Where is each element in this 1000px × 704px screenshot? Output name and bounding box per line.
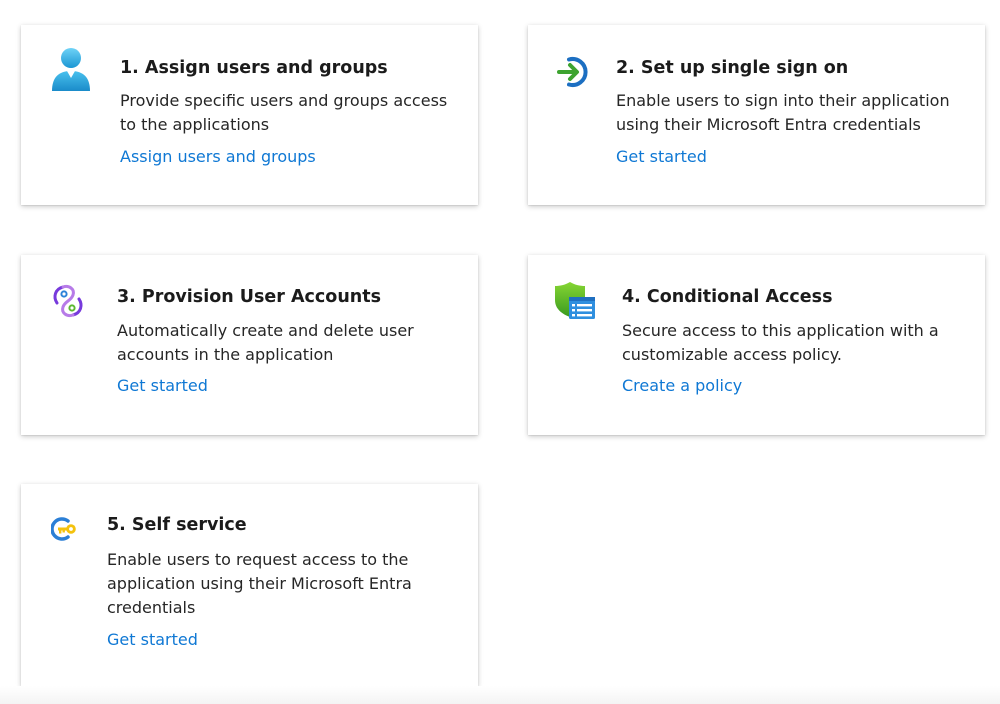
card-conditional-access: 4. Conditional Access Secure access to t…	[528, 255, 985, 435]
card-description: Automatically create and delete user acc…	[117, 321, 414, 364]
sign-in-arrow-icon	[557, 57, 588, 87]
card-description: Enable users to request access to the ap…	[107, 550, 412, 617]
sso-get-started-link[interactable]: Get started	[616, 145, 707, 169]
bottom-edge	[0, 686, 1000, 704]
user-icon	[52, 48, 90, 91]
shield-policy-icon	[555, 282, 595, 319]
self-service-get-started-link[interactable]: Get started	[107, 628, 198, 652]
card-self-service: 5. Self service Enable users to request …	[21, 484, 478, 686]
card-description: Enable users to sign into their applicat…	[616, 91, 950, 134]
card-assign-users-and-groups: 1. Assign users and groups Provide speci…	[21, 25, 478, 205]
card-title: 3. Provision User Accounts	[117, 287, 382, 307]
card-description: Secure access to this application with a…	[622, 321, 939, 364]
key-icon	[51, 517, 76, 541]
card-single-sign-on: 2. Set up single sign on Enable users to…	[528, 25, 985, 205]
card-provision-user-accounts: 3. Provision User Accounts Automatically…	[21, 255, 478, 435]
create-policy-link[interactable]: Create a policy	[622, 374, 742, 398]
card-title: 1. Assign users and groups	[120, 58, 388, 78]
provision-get-started-link[interactable]: Get started	[117, 374, 208, 398]
provisioning-icon	[53, 285, 83, 317]
assign-users-and-groups-link[interactable]: Assign users and groups	[120, 145, 316, 169]
card-description: Provide specific users and groups access…	[120, 91, 448, 134]
card-title: 4. Conditional Access	[622, 287, 833, 307]
card-title: 5. Self service	[107, 515, 247, 535]
card-title: 2. Set up single sign on	[616, 58, 849, 78]
